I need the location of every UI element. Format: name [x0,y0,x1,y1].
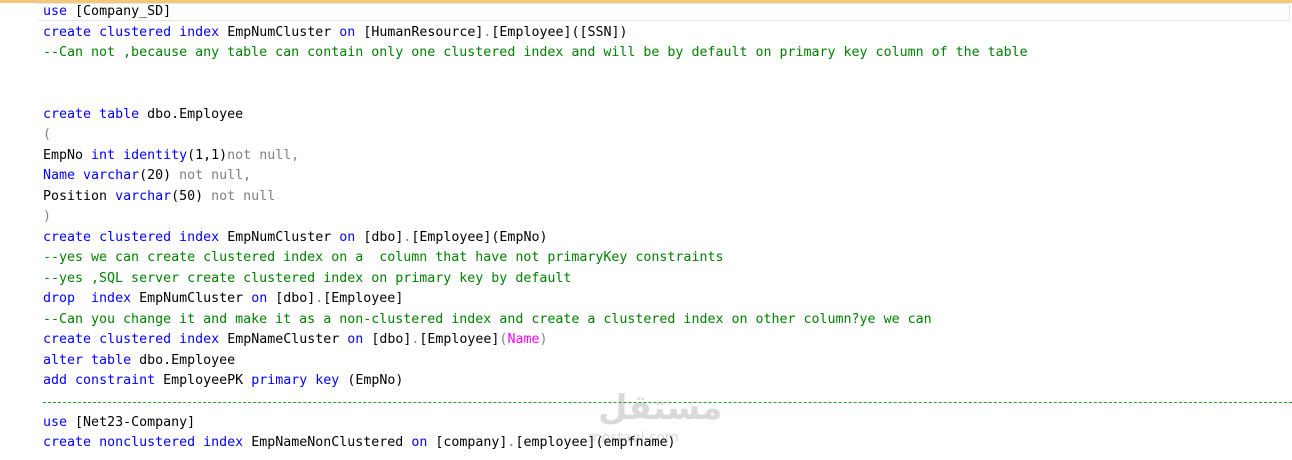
code-line: EmpNo int identity(1,1)not null, [43,147,1292,168]
identifier: EmpNameCluster [227,332,340,347]
keyword: on [339,229,356,245]
code-line: add constraint EmployeePK primary key (E… [43,372,1292,393]
keyword: varchar [115,188,172,204]
identifier: (EmpNo) [491,229,548,245]
keyword: not null, [227,147,300,163]
keyword: not null [211,188,276,204]
identifier: [Company_SD] [75,4,172,19]
identifier: [HumanResource] [363,24,484,40]
identifier: EmpNumCluster [227,229,332,245]
identifier: [Employee] [419,332,500,347]
identifier: EmpNumCluster [227,24,332,40]
keyword: key [315,373,340,388]
identifier: EmpNo [43,147,84,163]
keyword: index [203,435,244,450]
keyword: on [347,332,364,347]
identifier: ([SSN]) [571,24,628,40]
identifier: [employee] [515,435,596,450]
identifier: [dbo] [371,332,412,347]
code-line: create clustered index EmpNumCluster on … [43,24,1292,45]
keyword: create [43,332,92,347]
keyword: nonclustered [99,435,196,450]
code-line: use [Net23-Company] [43,414,1292,435]
function: identity [123,147,188,163]
identifier: [Employee] [323,291,404,306]
keyword: alter [43,352,84,368]
code-line: create nonclustered index EmpNameNonClus… [43,434,1292,455]
keyword: use [43,4,68,19]
code-line: create clustered index EmpNameCluster on… [43,331,1292,352]
comment-line: --Can not ,because any table can contain… [43,45,1028,60]
identifier: Name [43,168,76,183]
code-line: Name varchar(20) not null, [43,167,1292,188]
sql-editor[interactable]: use [Company_SD] create clustered index … [43,3,1292,455]
comment-line: --yes we can create clustered index on a… [43,250,724,265]
code-line: Position varchar(50) not null [43,188,1292,209]
identifier: Position [43,188,108,204]
identifier: [dbo] [363,229,404,245]
identifier: EmployeePK [163,373,244,388]
keyword: on [411,435,428,450]
keyword: on [339,24,356,40]
keyword: int [91,147,116,163]
keyword: add [43,373,68,388]
comment-line: --yes ,SQL server create clustered index… [43,270,572,286]
keyword: table [91,352,132,368]
keyword: clustered [99,24,172,40]
identifier: [Employee] [491,24,572,40]
keyword: index [179,229,220,245]
identifier: [Net23-Company] [75,414,196,430]
separator-comment [43,401,1292,404]
identifier: (empfname) [595,435,676,450]
punct: ) [539,332,548,347]
identifier: (EmpNo) [347,373,404,388]
code-line: create clustered index EmpNumCluster on … [43,229,1292,250]
identifier: (50) [171,188,204,204]
identifier: dbo.Employee [139,352,236,368]
identifier: [Employee] [411,229,492,245]
keyword: clustered [99,332,172,347]
identifier: EmpNumCluster [139,291,244,306]
identifier: dbo.Employee [147,106,244,122]
comment-line: --Can you change it and make it as a non… [43,311,932,327]
code-line: ) [43,209,52,224]
identifier: (20) [139,168,172,183]
keyword: table [99,106,140,122]
identifier: (1,1) [187,147,228,163]
keyword: clustered [99,229,172,245]
keyword: index [179,332,220,347]
keyword: create [43,24,92,40]
code-line: ( [43,127,52,142]
code-line: alter table dbo.Employee [43,352,1292,373]
identifier: EmpNameNonClustered [251,435,404,450]
keyword: constraint [75,373,156,388]
keyword: on [251,291,268,306]
keyword: index [179,24,220,40]
keyword: varchar [83,168,140,183]
code-line: create table dbo.Employee [43,106,1292,127]
identifier: [company] [435,435,508,450]
keyword: create [43,106,92,122]
code-line: drop index EmpNumCluster on [dbo].[Emplo… [43,290,1292,311]
keyword: use [43,414,68,430]
keyword: index [91,291,132,306]
identifier: [dbo] [275,291,316,306]
identifier: Name [507,332,540,347]
keyword: create [43,435,92,450]
keyword: drop [43,291,76,306]
code-line: use [Company_SD] [43,3,1292,24]
keyword: primary [251,373,308,388]
keyword: not null, [179,168,252,183]
keyword: create [43,229,92,245]
